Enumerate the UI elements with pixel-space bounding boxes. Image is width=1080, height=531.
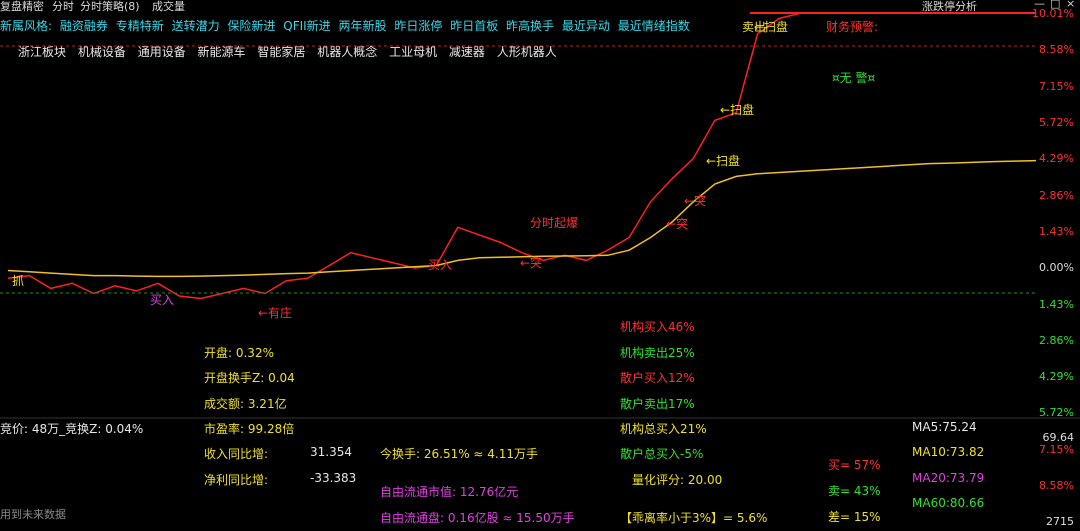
grab-annotation: 抓 <box>12 274 25 288</box>
deviation-stat: 【乖离率小于3%】= 5.6% <box>620 511 768 525</box>
sweep-annotation: ←扫盘 <box>706 154 741 168</box>
retail-buy-stat: 散户买入12% <box>620 371 695 385</box>
axis-tick: 2.86% <box>1039 189 1074 202</box>
axis-tick: 10.01% <box>1032 7 1074 20</box>
sell-pct-stat: 卖= 43% <box>828 484 881 498</box>
axis-tick: 4.29% <box>1039 370 1074 383</box>
rev-yoy-value: 31.354 <box>310 445 352 459</box>
retail-total-buy-stat: 散户总买入-5% <box>620 447 704 461</box>
buy-annotation: 买入 <box>428 258 453 272</box>
buy-pct-stat: 买= 57% <box>828 458 881 472</box>
axis-tick: 5.72% <box>1039 116 1074 129</box>
ma60-stat: MA60:80.66 <box>912 496 985 510</box>
profit-yoy-label: 净利同比增: <box>204 473 269 487</box>
axis-tick: 7.15% <box>1039 80 1074 93</box>
amount-stat: 成交额: 3.21亿 <box>204 397 287 411</box>
axis-tick: 2.86% <box>1039 334 1074 347</box>
axis-tick: 1.43% <box>1039 298 1074 311</box>
inst-total-buy-stat: 机构总买入21% <box>620 422 707 436</box>
break-annotation: ←突 <box>666 217 689 231</box>
no-warning-label: ¤无 警¤ <box>832 71 876 85</box>
lower-axis-tick: 7.15% <box>1039 443 1074 456</box>
inst-buy-stat: 机构买入46% <box>620 320 695 334</box>
inst-sell-stat: 机构卖出25% <box>620 346 695 360</box>
ma10-stat: MA10:73.82 <box>912 445 985 459</box>
ma5-stat: MA5:75.24 <box>912 420 977 434</box>
surge-annotation: 分时起爆 <box>530 216 579 230</box>
quant-score-stat: 量化评分: 20.00 <box>632 473 723 487</box>
pe-stat: 市盈率: 99.28倍 <box>204 422 295 436</box>
retail-sell-stat: 散户卖出17% <box>620 397 695 411</box>
lower-axis-tick: 8.58% <box>1039 479 1074 492</box>
axis-tick: 4.29% <box>1039 152 1074 165</box>
finance-warning-label: 财务预警: <box>826 20 879 34</box>
axis-tick: 1.43% <box>1039 225 1074 238</box>
axis-tick: 8.58% <box>1039 43 1074 56</box>
turnover-stat: 今换手: 26.51% ≈ 4.11万手 <box>380 447 539 461</box>
zhuang-annotation: ←有庄 <box>258 306 293 320</box>
break-annotation: ←突 <box>684 194 707 208</box>
float-shares-stat: 自由流通盘: 0.16亿股 ≈ 15.50万手 <box>380 511 575 525</box>
lower-axis-tick: 2715 <box>1046 515 1074 528</box>
axis-tick: 5.72% <box>1039 406 1074 419</box>
rev-yoy-label: 收入同比增: <box>204 447 269 461</box>
diff-pct-stat: 差= 15% <box>828 510 881 524</box>
ma20-stat: MA20:73.79 <box>912 471 985 485</box>
profit-yoy-value: -33.383 <box>310 471 357 485</box>
sweep-annotation: ←扫盘 <box>720 103 755 117</box>
open-turnover-stat: 开盘换手Z: 0.04 <box>204 371 295 385</box>
open-stat: 开盘: 0.32% <box>204 346 274 360</box>
sweep-annotation: ←扫盘 <box>754 20 789 34</box>
axis-tick: 0.00% <box>1039 261 1074 274</box>
break-annotation: ←突 <box>520 256 543 270</box>
future-data-note: 用到未来数据 <box>0 508 66 521</box>
auction-stat: 竞价: 48万_竞换Z: 0.04% <box>0 422 144 436</box>
lower-buy-annotation: 买入 <box>150 293 175 307</box>
float-cap-stat: 自由流通市值: 12.76亿元 <box>380 485 519 499</box>
